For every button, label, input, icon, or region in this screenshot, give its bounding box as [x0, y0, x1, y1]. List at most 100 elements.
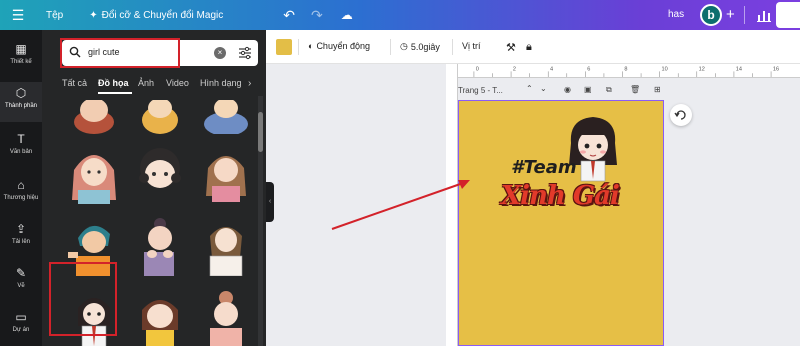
ruler-label: 12	[699, 67, 705, 73]
divider	[744, 6, 745, 24]
divider	[298, 39, 299, 55]
rail-item-label: Tải lên	[11, 239, 30, 245]
rail-item-elements[interactable]: ⬡ Thành phần	[0, 82, 42, 122]
elements-panel: girl cute × Tất cả Đồ họa Ảnh Video Hình…	[42, 30, 266, 346]
rail-item-label: Văn bản	[9, 149, 33, 155]
rail-item-brand[interactable]: ⌂ Thương hiệu	[0, 178, 42, 201]
animate-label: Chuyển động	[316, 41, 370, 51]
rail-item-label: Dự án	[12, 327, 30, 333]
lock-page-icon[interactable]: ▣	[584, 85, 592, 94]
horizontal-ruler: 0 2 4 6 8 10 12 14 16	[458, 64, 800, 78]
rail-item-projects[interactable]: ▭ Dự án	[0, 310, 42, 333]
ruler-label: 2	[513, 67, 516, 73]
rail-item-draw[interactable]: ✎ Vẽ	[0, 266, 42, 289]
collapse-panel-button[interactable]: ‹	[266, 182, 274, 222]
cloud-save-icon[interactable]: ☁	[341, 8, 353, 22]
elements-icon: ⬡	[15, 86, 27, 100]
menu-icon[interactable]: ☰	[0, 7, 36, 24]
draw-icon: ✎	[15, 266, 27, 280]
upload-icon: ⇪	[15, 222, 27, 236]
sticker-thumbnail[interactable]	[130, 140, 190, 204]
active-tab-indicator	[98, 92, 132, 94]
duration-label: 5.0giây	[410, 41, 440, 52]
magic-resize-button[interactable]: ✦ Đổi cỡ & Chuyển đổi Magic	[89, 10, 223, 21]
design-page[interactable]: #Team Xinh Gái	[458, 100, 664, 346]
avatar[interactable]: b	[700, 4, 722, 26]
file-menu[interactable]: Tệp	[46, 10, 63, 21]
filter-icon[interactable]	[238, 46, 252, 60]
clock-icon: ◷	[400, 41, 408, 51]
ruler-label: 6	[587, 67, 590, 73]
search-highlight-box	[60, 38, 180, 68]
ruler-label: 4	[550, 67, 553, 73]
rail-item-label: Thiết kế	[10, 59, 32, 65]
add-collaborator-icon[interactable]: +	[726, 6, 735, 23]
rail-item-text[interactable]: T Văn bản	[0, 132, 42, 155]
brand-icon: ⌂	[17, 178, 25, 192]
duplicate-page-icon[interactable]: ⧉	[606, 85, 612, 95]
sticker-thumbnail[interactable]	[196, 286, 256, 346]
add-page-icon[interactable]: ⊞	[654, 85, 661, 94]
tab-all[interactable]: Tất cả	[62, 78, 87, 88]
sticker-thumbnail[interactable]	[196, 140, 256, 204]
divider	[452, 39, 453, 55]
sticker-thumbnail[interactable]	[196, 212, 256, 276]
sticker-thumbnail[interactable]	[64, 100, 124, 134]
duration-button[interactable]: ◷ 5.0giây	[400, 41, 440, 52]
ruler-label: 16	[773, 67, 779, 73]
background-color-swatch[interactable]	[276, 39, 292, 55]
folder-icon: ▭	[15, 310, 27, 324]
animate-icon: ◐	[308, 41, 314, 51]
chevron-up-icon[interactable]: ⌃	[526, 84, 533, 93]
text-icon: T	[17, 132, 25, 146]
editor-toolbar: ◐ Chuyển động ◷ 5.0giây Vị trí ⚒ 🔒︎	[266, 30, 800, 64]
vertical-ruler	[446, 64, 458, 346]
share-button[interactable]	[776, 2, 800, 28]
rail-item-label: Thương hiệu	[3, 195, 39, 201]
rail-item-label: Thành phần	[4, 103, 38, 109]
chevron-down-icon[interactable]: ⌄	[540, 84, 547, 93]
rail-item-label: Vẽ	[17, 283, 25, 289]
undo-icon[interactable]: ↶	[283, 7, 295, 24]
tabs: Tất cả Đồ họa Ảnh Video Hình dạng	[62, 78, 262, 94]
sticker-text-team[interactable]: #Team	[511, 157, 577, 178]
tab-videos[interactable]: Video	[166, 78, 189, 88]
ruler-label: 14	[736, 67, 742, 73]
page-header: Trang 5 - T... ⌃ ⌄ ◉ ▣ ⧉ 🗑︎ ⊞	[458, 84, 668, 98]
refresh-button[interactable]	[670, 104, 692, 126]
left-rail: ▦ Thiết kế ⬡ Thành phần T Văn bản ⌂ Thươ…	[0, 30, 42, 346]
top-bar: ☰ Tệp ✦ Đổi cỡ & Chuyển đổi Magic ↶ ↷ ☁ …	[0, 0, 800, 30]
magic-resize-label: Đổi cỡ & Chuyển đổi Magic	[101, 9, 224, 21]
sticker-text-xinh-gai[interactable]: Xinh Gái	[501, 181, 620, 211]
scrollbar-thumb[interactable]	[258, 112, 263, 152]
rail-item-design[interactable]: ▦ Thiết kế	[0, 42, 42, 65]
ruler-label: 8	[624, 67, 627, 73]
ruler-label: 0	[476, 67, 479, 73]
layout-icon: ▦	[15, 42, 27, 56]
hide-page-icon[interactable]: ◉	[564, 85, 571, 94]
delete-page-icon[interactable]: 🗑︎	[630, 85, 640, 94]
insights-icon[interactable]	[756, 7, 772, 23]
position-button[interactable]: Vị trí	[462, 41, 481, 51]
rotate-icon	[674, 110, 686, 120]
clear-icon[interactable]: ×	[214, 47, 226, 59]
sticker-thumbnail[interactable]	[130, 286, 190, 346]
page-label: Trang 5 - T...	[458, 86, 503, 95]
rail-item-uploads[interactable]: ⇪ Tải lên	[0, 222, 42, 245]
selected-sticker-highlight	[49, 262, 117, 336]
tab-shapes[interactable]: Hình dạng	[200, 78, 242, 88]
redo-icon[interactable]: ↷	[311, 7, 323, 24]
sparkle-icon: ✦	[89, 9, 98, 21]
sticker-thumbnail[interactable]	[130, 212, 190, 276]
sticker-thumbnail[interactable]	[64, 140, 124, 204]
paint-roller-icon[interactable]: ⚒	[506, 41, 516, 54]
sticker-thumbnail[interactable]	[130, 100, 190, 134]
divider	[390, 39, 391, 55]
animate-button[interactable]: ◐ Chuyển động	[308, 41, 370, 51]
tab-photos[interactable]: Ảnh	[138, 78, 154, 88]
sticker-thumbnail[interactable]	[196, 100, 256, 134]
tab-graphics[interactable]: Đồ họa	[98, 78, 129, 88]
chevron-right-icon[interactable]: ›	[248, 78, 251, 89]
user-name: has	[668, 9, 685, 20]
lock-icon[interactable]: 🔒︎	[526, 41, 532, 54]
